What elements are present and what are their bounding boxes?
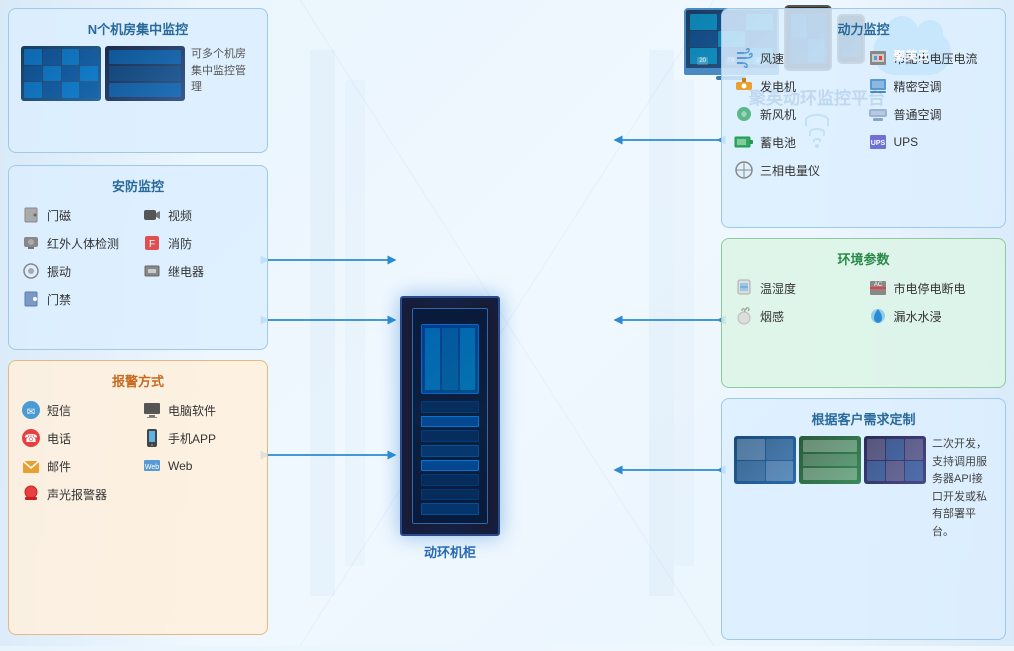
svg-text:Web: Web <box>145 464 159 471</box>
list-item: Web Web <box>142 454 255 478</box>
pc-icon <box>142 400 162 420</box>
alarm-icon <box>21 484 41 504</box>
door-magnetic-icon <box>21 205 41 225</box>
ups-icon: UPS <box>868 132 888 152</box>
power-supply-icon <box>868 48 888 68</box>
precision-ac-icon <box>868 76 888 96</box>
top-left-panel-title: N个机房集中监控 <box>21 19 255 38</box>
bottom-right-panel-title: 根据客户需求定制 <box>734 409 993 428</box>
list-item: 门磁 <box>21 203 134 227</box>
list-item: 门禁 <box>21 287 134 311</box>
svg-text:UPS: UPS <box>870 140 885 147</box>
list-item: 继电器 <box>142 259 255 283</box>
list-item: 视频 <box>142 203 255 227</box>
fresh-air-icon <box>734 104 754 124</box>
list-item: 温湿度 <box>734 276 860 300</box>
bottom-right-desc: 二次开发，支持调用服务器API接口开发或私有部署平台。 <box>932 436 993 542</box>
mid-right-panel-title: 环境参数 <box>734 249 993 268</box>
power-outage-icon: AC <box>868 278 888 298</box>
list-item: ✉ 短信 <box>21 398 134 422</box>
fire-icon: F <box>142 233 162 253</box>
app-screenshot-1 <box>734 436 796 484</box>
mid-right-panel: 环境参数 温湿度 AC 市电停电断电 <box>721 238 1006 388</box>
list-item: 三相电量仪 <box>734 158 860 182</box>
top-left-desc-line2: 集中监控管理 <box>191 63 255 96</box>
mid-left-panel-title: 安防监控 <box>21 176 255 195</box>
bottom-right-panel: 根据客户需求定制 <box>721 398 1006 640</box>
web-icon: Web <box>142 456 162 476</box>
sms-icon: ✉ <box>21 400 41 420</box>
svg-text:AC: AC <box>873 282 882 288</box>
list-item: 精密空调 <box>868 74 994 98</box>
top-left-desc-line1: 可多个机房 <box>191 46 255 63</box>
email-icon <box>21 456 41 476</box>
list-item: 蓄电池 <box>734 130 860 154</box>
list-item: 电脑软件 <box>142 398 255 422</box>
list-item: F 消防 <box>142 231 255 255</box>
svg-text:F: F <box>149 239 155 250</box>
list-item: 市配电电压电流 <box>868 46 994 70</box>
cabinet: 动环机柜 <box>400 296 500 561</box>
relay-icon <box>142 261 162 281</box>
bottom-left-panel: 报警方式 ✉ 短信 电脑软件 ☎ <box>8 360 268 635</box>
list-item: AC 市电停电断电 <box>868 276 994 300</box>
temp-humidity-icon <box>734 278 754 298</box>
cabinet-label: 动环机柜 <box>400 542 500 561</box>
access-icon <box>21 289 41 309</box>
list-item: 振动 <box>21 259 134 283</box>
list-item: 新风机 <box>734 102 860 126</box>
list-item: 漏水水浸 <box>868 304 994 328</box>
app-screenshot-3 <box>864 436 926 484</box>
list-item: 声光报警器 <box>21 482 134 506</box>
infrared-icon <box>21 233 41 253</box>
svg-text:☎: ☎ <box>24 433 38 445</box>
list-item: 红外人体检测 <box>21 231 134 255</box>
svg-text:✉: ✉ <box>27 407 35 418</box>
smoke-icon <box>734 306 754 326</box>
normal-ac-icon <box>868 104 888 124</box>
list-item: 烟感 <box>734 304 860 328</box>
generator-icon <box>734 76 754 96</box>
list-item: ☎ 电话 <box>21 426 134 450</box>
list-item: 手机APP <box>142 426 255 450</box>
phone-call-icon: ☎ <box>21 428 41 448</box>
list-item: 普通空调 <box>868 102 994 126</box>
water-leak-icon <box>868 306 888 326</box>
wind-icon <box>734 48 754 68</box>
list-item: 邮件 <box>21 454 134 478</box>
top-right-panel: 动力监控 风速 市配电电压电流 <box>721 8 1006 228</box>
app-screenshot-2 <box>799 436 861 484</box>
list-item: 风速 <box>734 46 860 70</box>
vibration-icon <box>21 261 41 281</box>
dc-image-1 <box>21 46 101 101</box>
app-icon <box>142 428 162 448</box>
mid-left-panel: 安防监控 门磁 视频 红外 <box>8 165 268 350</box>
list-item: UPS UPS <box>868 130 994 154</box>
battery-icon <box>734 132 754 152</box>
list-item: 发电机 <box>734 74 860 98</box>
three-phase-icon <box>734 160 754 180</box>
top-left-panel: N个机房集中监控 <box>8 8 268 153</box>
cloud-name: 聚英云 <box>893 47 929 64</box>
top-right-panel-title: 动力监控 <box>734 19 993 38</box>
video-icon <box>142 205 162 225</box>
dc-image-2 <box>105 46 185 101</box>
bottom-left-panel-title: 报警方式 <box>21 371 255 390</box>
